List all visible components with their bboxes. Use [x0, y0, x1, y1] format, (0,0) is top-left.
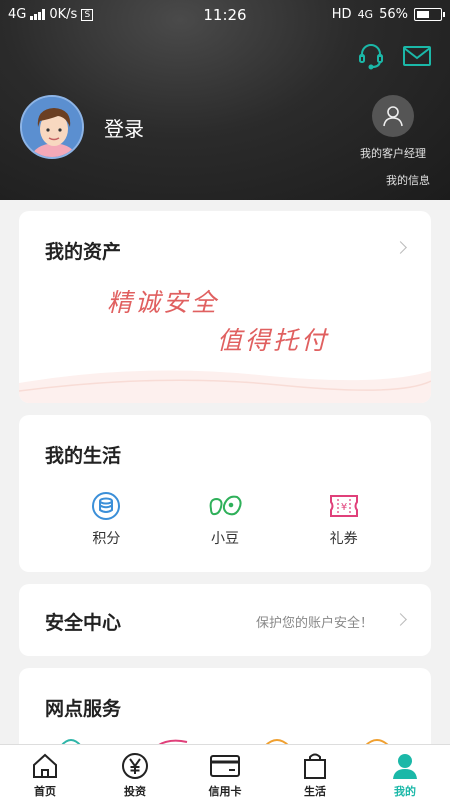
- customer-service-icon[interactable]: [356, 42, 386, 70]
- life-item-voucher[interactable]: ¥ 礼券: [304, 490, 384, 548]
- status-bar: 4G 0K/s S 11:26 HD 4G 56%: [0, 0, 450, 30]
- slogan-line2: 值得托付: [217, 326, 330, 355]
- decorative-wave: [19, 370, 431, 403]
- security-title: 安全中心: [45, 612, 122, 634]
- outlets-title: 网点服务: [45, 698, 122, 720]
- slogan-line1: 精诚安全: [107, 288, 220, 317]
- life-item-label: 小豆: [210, 531, 239, 547]
- tab-mine[interactable]: 我的: [360, 745, 450, 800]
- tab-invest[interactable]: 投资: [90, 745, 180, 800]
- network2-label: 4G: [357, 8, 374, 21]
- svg-text:¥: ¥: [340, 502, 346, 513]
- tab-label: 投资: [124, 785, 146, 798]
- yuan-icon: [90, 751, 180, 781]
- tab-label: 我的: [394, 785, 416, 798]
- tab-label: 首页: [34, 785, 56, 798]
- assets-title: 我的资产: [45, 241, 122, 263]
- battery-icon: [414, 8, 445, 21]
- life-item-beans[interactable]: 小豆: [185, 490, 265, 548]
- manager-label: 我的客户经理: [360, 147, 426, 160]
- life-item-label: 礼券: [329, 531, 358, 547]
- tab-life[interactable]: 生活: [270, 745, 360, 800]
- beans-icon: [185, 490, 265, 522]
- life-item-points[interactable]: 积分: [66, 490, 146, 548]
- tab-label: 信用卡: [208, 785, 242, 798]
- my-info-link[interactable]: 我的信息: [386, 172, 430, 188]
- tab-home[interactable]: 首页: [0, 745, 90, 800]
- my-life-card: 我的生活 积分 小豆 ¥ 礼券: [19, 415, 431, 572]
- tab-label: 生活: [304, 785, 326, 798]
- customer-manager-button[interactable]: 我的客户经理: [356, 95, 430, 161]
- shopping-bag-icon: [270, 751, 360, 781]
- login-link[interactable]: 登录: [104, 113, 144, 142]
- hd-label: HD: [331, 7, 352, 22]
- manager-icon: [372, 95, 414, 137]
- credit-card-icon: [180, 751, 270, 781]
- my-assets-card[interactable]: 我的资产 精诚安全 值得托付: [19, 211, 431, 403]
- bottom-tab-bar: 首页 投资 信用卡 生活 我的: [0, 744, 450, 800]
- security-center-card[interactable]: 安全中心 保护您的账户安全！: [19, 584, 431, 656]
- avatar[interactable]: [20, 95, 84, 159]
- chevron-right-icon: [394, 613, 407, 626]
- security-hint: 保护您的账户安全！: [255, 616, 373, 631]
- mail-icon[interactable]: [402, 42, 432, 70]
- person-icon: [360, 751, 450, 781]
- battery-percent: 56%: [379, 7, 408, 22]
- voucher-icon: ¥: [304, 490, 384, 522]
- home-icon: [0, 751, 90, 781]
- profile-header: 4G 0K/s S 11:26 HD 4G 56% 登录 我的客户经理 我的信息: [0, 0, 450, 200]
- life-item-label: 积分: [92, 531, 121, 547]
- tab-credit-card[interactable]: 信用卡: [180, 745, 270, 800]
- chevron-right-icon: [394, 241, 407, 254]
- coins-icon: [66, 490, 146, 522]
- life-title: 我的生活: [45, 445, 122, 467]
